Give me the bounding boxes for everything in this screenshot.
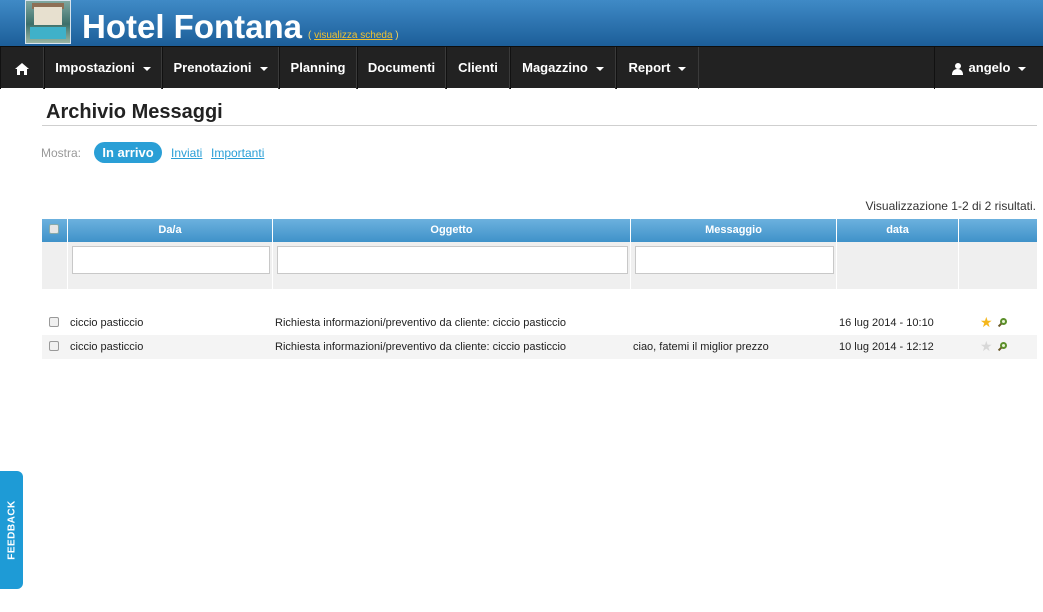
nav-impostazioni[interactable]: Impostazioni: [44, 47, 162, 89]
nav-label: Magazzino: [522, 60, 588, 75]
cell-from: ciccio pasticcio: [70, 317, 144, 329]
nav-magazzino[interactable]: Magazzino: [510, 47, 616, 89]
column-header-message[interactable]: Messaggio: [630, 219, 836, 242]
cell-from: ciccio pasticcio: [70, 341, 144, 353]
row-select-cell: [42, 311, 67, 335]
column-header-date[interactable]: data: [836, 219, 958, 242]
table-header: Da/a Oggetto Messaggio data: [42, 219, 1037, 242]
caret-down-icon: [142, 66, 151, 71]
nav-clienti[interactable]: Clienti: [446, 47, 510, 89]
filter-input-subject[interactable]: [277, 246, 628, 274]
filter-input-message[interactable]: [635, 246, 834, 274]
row-checkbox[interactable]: [49, 341, 59, 351]
cell-actions: ★: [958, 335, 1037, 359]
caret-down-icon: [595, 66, 604, 71]
nav-label: Prenotazioni: [173, 60, 252, 75]
user-name: angelo: [968, 60, 1011, 75]
star-empty-icon[interactable]: ★: [980, 339, 993, 353]
cell-date: 16 lug 2014 - 10:10: [839, 317, 934, 329]
view-profile-link[interactable]: visualizza scheda: [314, 30, 392, 41]
home-icon: [15, 62, 29, 75]
feedback-label: FEEDBACK: [6, 500, 17, 560]
hotel-logo[interactable]: [25, 0, 71, 44]
feedback-tab[interactable]: FEEDBACK: [0, 471, 23, 589]
column-header-subject[interactable]: Oggetto: [272, 219, 630, 242]
results-summary: Visualizzazione 1-2 di 2 risultati.: [865, 199, 1036, 213]
nav-planning[interactable]: Planning: [279, 47, 357, 89]
filter-label: Mostra:: [41, 146, 82, 160]
row-checkbox[interactable]: [49, 317, 59, 327]
filter-importanti[interactable]: Importanti: [211, 146, 264, 160]
filter-cell-from: [67, 242, 272, 289]
paren-open: (: [308, 30, 312, 41]
nav-documenti[interactable]: Documenti: [357, 47, 446, 89]
filter-inviati[interactable]: Inviati: [171, 146, 202, 160]
star-filled-icon[interactable]: ★: [980, 315, 993, 329]
title-divider: [42, 125, 1037, 126]
cell-message: [633, 311, 833, 335]
nav-label: Report: [628, 60, 671, 75]
site-header: Hotel Fontana ( visualizza scheda ): [0, 0, 1043, 46]
nav-prenotazioni[interactable]: Prenotazioni: [162, 47, 279, 89]
filter-input-from[interactable]: [72, 246, 270, 274]
view-magnifier-icon[interactable]: [997, 318, 1008, 328]
filter-in-arrivo[interactable]: In arrivo: [94, 142, 162, 163]
paren-close: ): [395, 30, 399, 41]
nav-label: Impostazioni: [55, 60, 135, 75]
caret-down-icon: [1018, 66, 1027, 71]
main-navbar: Impostazioni Prenotazioni Planning Docum…: [0, 46, 1043, 89]
nav-home[interactable]: [0, 47, 44, 89]
cell-subject: Richiesta informazioni/preventivo da cli…: [275, 317, 567, 329]
column-header-actions: [958, 219, 1037, 242]
messages-table: Da/a Oggetto Messaggio data ciccio pasti…: [42, 219, 1037, 359]
cell-actions: ★: [958, 311, 1037, 335]
caret-down-icon: [678, 66, 687, 71]
table-row[interactable]: ciccio pasticcio Richiesta informazioni/…: [42, 335, 1037, 359]
view-profile-wrap: ( visualizza scheda ): [308, 30, 399, 41]
nav-label: Documenti: [367, 60, 436, 75]
select-all-cell: [42, 219, 67, 242]
nav-label: Planning: [290, 60, 346, 75]
nav-user-menu[interactable]: angelo: [934, 47, 1043, 89]
nav-report[interactable]: Report: [616, 47, 699, 89]
filter-row: [42, 242, 1037, 289]
table-row[interactable]: ciccio pasticcio Richiesta informazioni/…: [42, 311, 1037, 335]
filter-cell-actions: [958, 242, 1037, 289]
cell-message: ciao, fatemi il miglior prezzo: [633, 341, 769, 353]
view-magnifier-icon[interactable]: [997, 342, 1008, 352]
logo-pool: [30, 27, 66, 39]
select-all-checkbox[interactable]: [49, 224, 59, 234]
filter-cell-date: [836, 242, 958, 289]
site-title: Hotel Fontana: [82, 8, 302, 45]
caret-down-icon: [259, 66, 268, 71]
cell-date: 10 lug 2014 - 12:12: [839, 341, 934, 353]
cell-subject: Richiesta informazioni/preventivo da cli…: [275, 341, 567, 353]
row-select-cell: [42, 335, 67, 359]
column-header-from[interactable]: Da/a: [67, 219, 272, 242]
filter-cell-message: [630, 242, 836, 289]
page-title: Archivio Messaggi: [46, 101, 223, 123]
nav-label: Clienti: [458, 60, 498, 75]
logo-building: [34, 7, 62, 25]
user-icon: [951, 62, 963, 75]
filter-cell-subject: [272, 242, 630, 289]
